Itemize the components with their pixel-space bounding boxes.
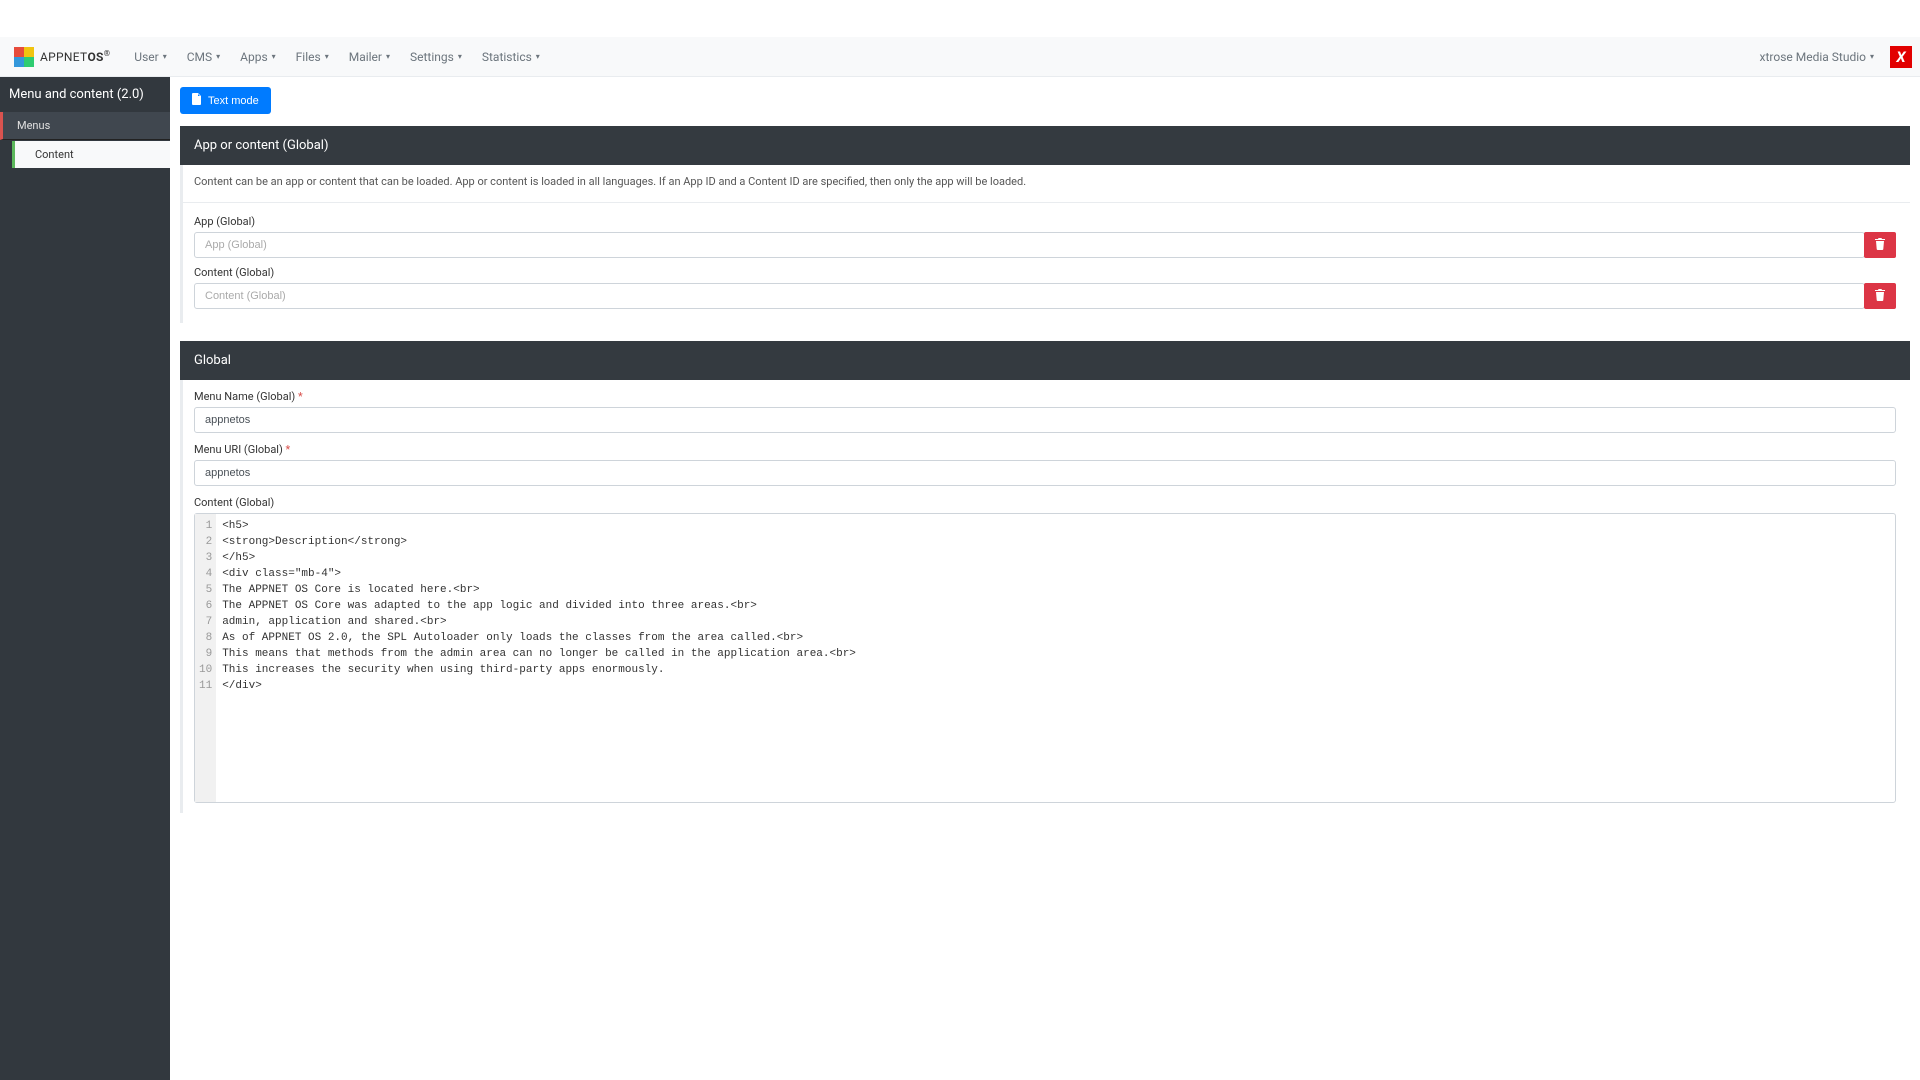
nav-statistics[interactable]: Statistics ▾ xyxy=(472,42,550,72)
nav-account[interactable]: xtrose Media Studio ▾ xyxy=(1750,42,1884,72)
menu-uri-block: Menu URI (Global) * xyxy=(194,443,1896,486)
chevron-down-icon: ▾ xyxy=(216,52,220,61)
nav-files[interactable]: Files ▾ xyxy=(286,42,339,72)
nav-files-label: Files xyxy=(296,50,321,64)
sidebar-sub-content[interactable]: Content xyxy=(12,141,170,168)
nav-cms[interactable]: CMS ▾ xyxy=(177,42,230,72)
nav-mailer[interactable]: Mailer ▾ xyxy=(339,42,400,72)
chevron-down-icon: ▾ xyxy=(386,52,390,61)
content-global-delete-button[interactable] xyxy=(1864,283,1896,309)
app-global-input[interactable] xyxy=(194,232,1865,258)
nav-settings-label: Settings xyxy=(410,50,454,64)
sidebar-title: Menu and content (2.0) xyxy=(0,77,170,112)
brand-thin: APPNET xyxy=(40,50,87,64)
chevron-down-icon: ▾ xyxy=(536,52,540,61)
app-global-block: App (Global) xyxy=(180,203,1910,260)
menu-name-block: Menu Name (Global) * xyxy=(194,390,1896,433)
sidebar: Menu and content (2.0) Menus Content xyxy=(0,77,170,1080)
chevron-down-icon: ▾ xyxy=(458,52,462,61)
panel-global-body: Menu Name (Global) * Menu URI (Global) *… xyxy=(180,380,1910,813)
nav-settings[interactable]: Settings ▾ xyxy=(400,42,472,72)
menu-uri-input[interactable] xyxy=(194,460,1896,486)
text-mode-label: Text mode xyxy=(208,95,259,107)
panel-global-title: Global xyxy=(194,353,231,368)
main-content: Text mode App or content (Global) Conten… xyxy=(170,77,1920,1080)
menu-name-label-text: Menu Name (Global) xyxy=(194,390,295,403)
chevron-down-icon: ▾ xyxy=(325,52,329,61)
brand-text: APPNETOS® xyxy=(40,49,110,64)
nav-mailer-label: Mailer xyxy=(349,50,382,64)
content-global-editor-label: Content (Global) xyxy=(194,496,1896,509)
menu-uri-label-text: Menu URI (Global) xyxy=(194,443,283,456)
code-editor[interactable]: 1234567891011 <h5><strong>Description</s… xyxy=(194,513,1896,803)
app-global-label: App (Global) xyxy=(194,215,1896,228)
code-gutter: 1234567891011 xyxy=(195,514,216,802)
nav-statistics-label: Statistics xyxy=(482,50,532,64)
code-area[interactable]: <h5><strong>Description</strong></h5><di… xyxy=(216,514,1895,802)
menu-uri-label: Menu URI (Global) * xyxy=(194,443,1896,456)
menu-name-label: Menu Name (Global) * xyxy=(194,390,1896,403)
x-badge-icon[interactable]: X xyxy=(1890,46,1912,68)
panel-global-header: Global xyxy=(180,341,1910,380)
trash-icon xyxy=(1875,289,1885,304)
sidebar-item-menus[interactable]: Menus xyxy=(0,112,170,140)
nav-account-label: xtrose Media Studio xyxy=(1760,50,1866,64)
brand-logo[interactable]: APPNETOS® xyxy=(8,47,116,67)
text-mode-button[interactable]: Text mode xyxy=(180,87,271,114)
content-global-editor-block: Content (Global) 1234567891011 <h5><stro… xyxy=(194,496,1896,803)
nav-cms-label: CMS xyxy=(187,50,212,64)
nav-user[interactable]: User ▾ xyxy=(124,42,176,72)
brand-reg: ® xyxy=(104,49,111,58)
chevron-down-icon: ▾ xyxy=(1870,52,1874,61)
nav-links: User ▾ CMS ▾ Apps ▾ Files ▾ Mailer ▾ Settings… xyxy=(124,42,550,72)
required-mark: * xyxy=(298,390,303,403)
nav-user-label: User xyxy=(134,50,158,64)
panel-app-content-body: Content can be an app or content that ca… xyxy=(180,165,1910,323)
trash-icon xyxy=(1875,238,1885,253)
panel-app-content-header: App or content (Global) xyxy=(180,126,1910,165)
logo-mark-icon xyxy=(14,47,34,67)
panel-app-content-description: Content can be an app or content that ca… xyxy=(180,165,1910,203)
content-global-block: Content (Global) xyxy=(180,260,1910,323)
content-global-input[interactable] xyxy=(194,283,1865,309)
document-icon xyxy=(192,93,202,108)
required-mark: * xyxy=(286,443,291,456)
nav-apps-label: Apps xyxy=(240,50,268,64)
brand-bold: OS xyxy=(87,50,103,64)
chevron-down-icon: ▾ xyxy=(272,52,276,61)
menu-name-input[interactable] xyxy=(194,407,1896,433)
app-global-delete-button[interactable] xyxy=(1864,232,1896,258)
nav-right: xtrose Media Studio ▾ X xyxy=(1750,42,1912,72)
sidebar-sub-label: Content xyxy=(35,148,74,161)
chevron-down-icon: ▾ xyxy=(163,52,167,61)
content-global-label: Content (Global) xyxy=(194,266,1896,279)
sidebar-item-label: Menus xyxy=(17,119,50,132)
nav-apps[interactable]: Apps ▾ xyxy=(230,42,286,72)
top-navbar: APPNETOS® User ▾ CMS ▾ Apps ▾ Files ▾ Mailer… xyxy=(0,37,1920,77)
panel-app-content-title: App or content (Global) xyxy=(194,138,329,153)
